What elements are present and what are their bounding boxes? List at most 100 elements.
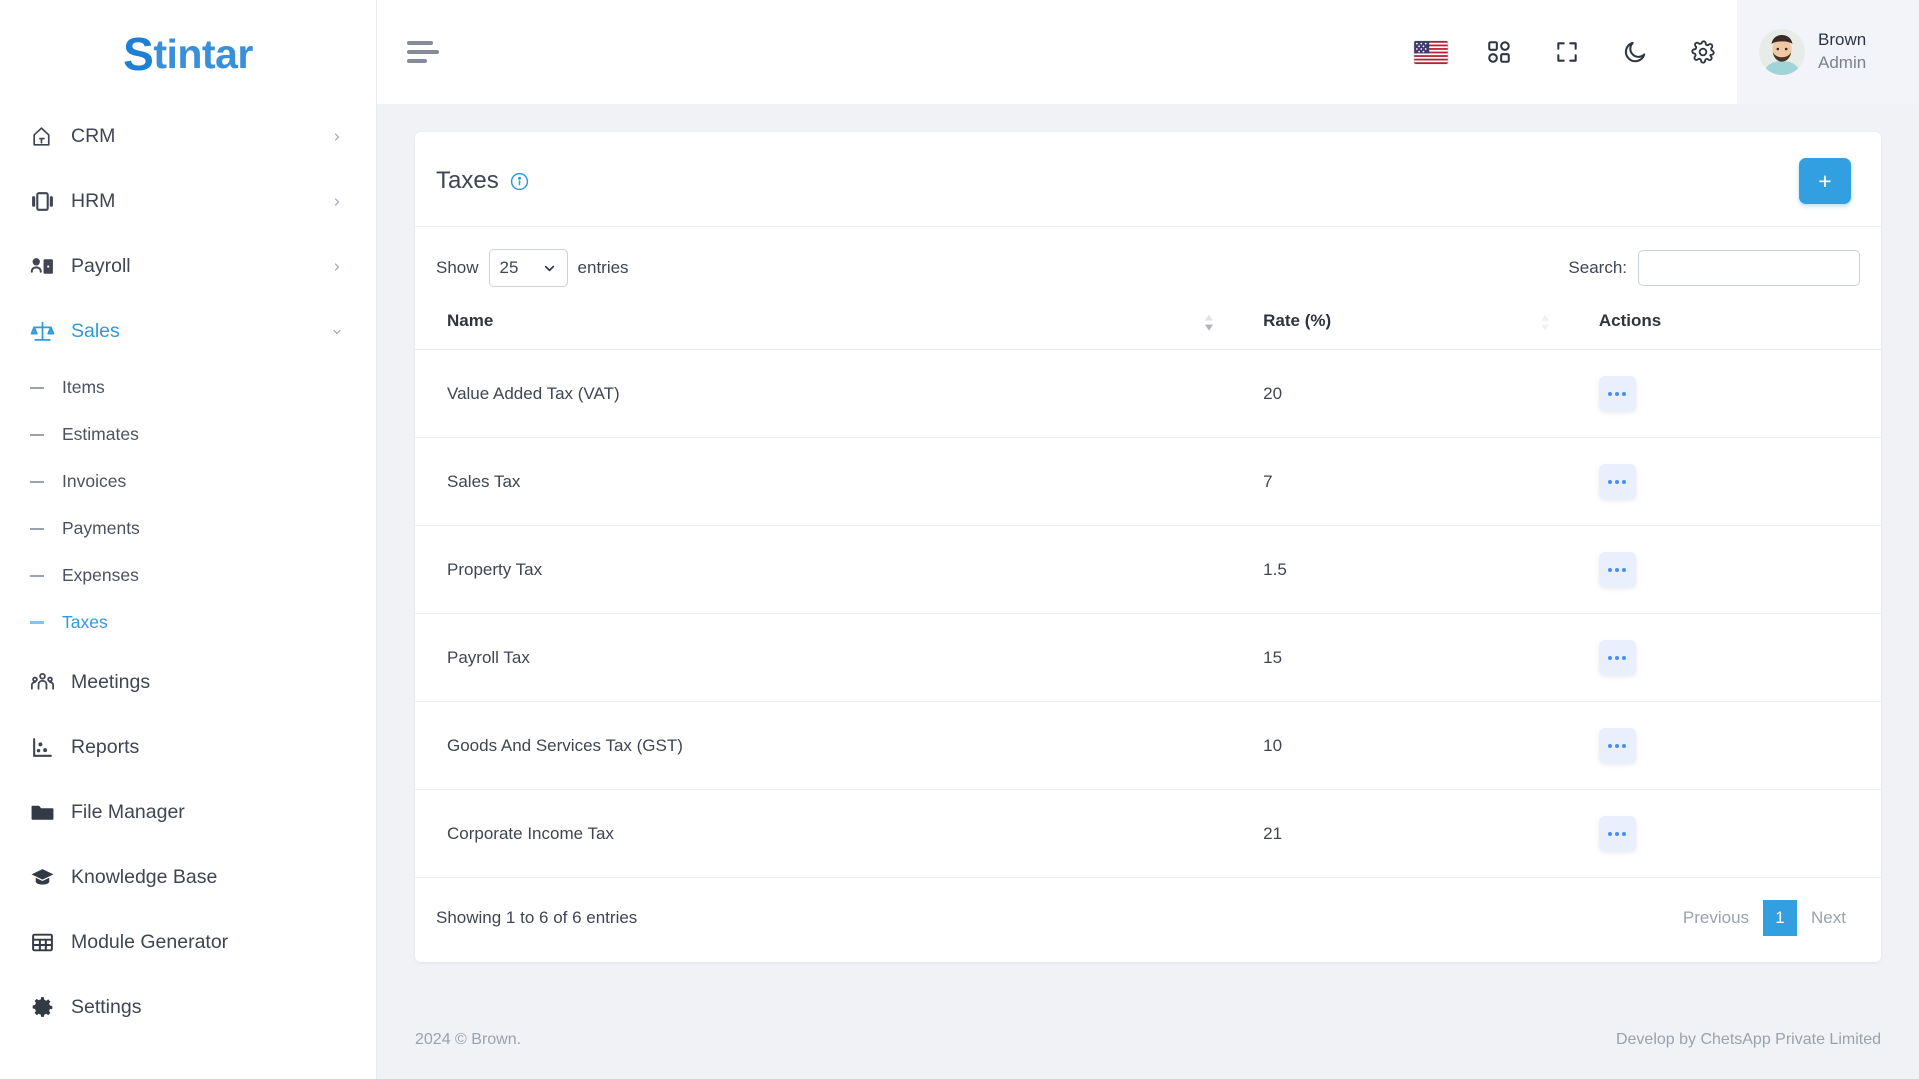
sidebar-subitem-taxes[interactable]: Taxes — [0, 599, 376, 646]
sidebar-item-file-manager[interactable]: File Manager — [0, 780, 376, 845]
sidebar-label-module-generator: Module Generator — [71, 930, 229, 953]
hamburger-icon[interactable] — [407, 41, 443, 63]
sidebar-subitem-estimates[interactable]: Estimates — [0, 411, 376, 458]
column-header-rate[interactable]: Rate (%) — [1226, 297, 1562, 350]
row-actions-button[interactable] — [1598, 464, 1636, 499]
sort-icon — [1540, 314, 1549, 331]
cell-actions — [1561, 789, 1881, 878]
cell-name: Value Added Tax (VAT) — [415, 349, 1227, 438]
sidebar-item-crm[interactable]: CRM — [0, 104, 376, 169]
row-actions-button[interactable] — [1598, 816, 1636, 851]
sidebar-label-meetings: Meetings — [71, 670, 151, 693]
pagination-previous[interactable]: Previous — [1668, 900, 1764, 936]
main-area: Brown Admin Taxes + Show 25 entries Sear… — [377, 0, 1919, 1079]
pagination-page-1[interactable]: 1 — [1763, 900, 1798, 936]
sidebar-subitem-invoices[interactable]: Invoices — [0, 458, 376, 505]
pagination-next[interactable]: Next — [1797, 900, 1860, 936]
sidebar-item-hrm[interactable]: HRM — [0, 169, 376, 234]
dot — [1615, 479, 1620, 484]
sidebar-subitem-expenses[interactable]: Expenses — [0, 552, 376, 599]
sidebar-label-settings: Settings — [71, 995, 142, 1018]
sidebar-subnav-sales: Items Estimates Invoices Payments Expens… — [0, 364, 376, 650]
dot — [1622, 567, 1627, 572]
gear-icon — [28, 994, 56, 1022]
cell-actions — [1561, 701, 1881, 790]
dash-icon — [30, 480, 44, 483]
row-actions-button[interactable] — [1598, 376, 1636, 411]
settings-gear-icon[interactable] — [1669, 0, 1737, 104]
user-profile-menu[interactable]: Brown Admin — [1737, 0, 1919, 104]
sidebar-label-file-manager: File Manager — [71, 800, 185, 823]
table-footer: Showing 1 to 6 of 6 entries Previous 1 N… — [415, 878, 1881, 956]
us-flag — [1414, 40, 1448, 64]
sidebar-subitem-items[interactable]: Items — [0, 364, 376, 411]
avatar — [1759, 29, 1805, 75]
brand-logo-rest: tintar — [153, 31, 253, 77]
dot — [1622, 479, 1627, 484]
sidebar-item-payroll[interactable]: Payroll — [0, 234, 376, 299]
payroll-icon — [28, 253, 56, 281]
cell-name: Sales Tax — [415, 437, 1227, 526]
row-actions-button[interactable] — [1598, 728, 1636, 763]
dot — [1622, 743, 1627, 748]
chevron-right-icon — [334, 262, 340, 271]
language-flag-us-icon[interactable] — [1397, 0, 1465, 104]
scatter-chart-icon — [28, 734, 56, 762]
add-tax-button[interactable]: + — [1799, 158, 1851, 204]
brand-logo-text: Stintar — [123, 25, 253, 80]
search-label: Search: — [1568, 258, 1627, 277]
dot — [1615, 567, 1620, 572]
sidebar-item-meetings[interactable]: Meetings — [0, 650, 376, 715]
folder-icon — [28, 799, 56, 827]
page-title: Taxes — [436, 167, 499, 194]
card-header: Taxes + — [415, 132, 1881, 227]
topbar-actions: Brown Admin — [1397, 0, 1919, 104]
cell-rate: 1.5 — [1226, 525, 1562, 614]
taxes-table: Name Rate (%) Actions Value Added Tax (V… — [415, 297, 1881, 878]
dash-icon — [30, 527, 44, 530]
hrm-icon — [28, 188, 56, 216]
dot — [1608, 567, 1613, 572]
dot — [1608, 743, 1613, 748]
info-circle-icon[interactable] — [510, 172, 529, 191]
cell-name: Goods And Services Tax (GST) — [415, 701, 1227, 790]
sidebar-sublabel-taxes: Taxes — [62, 612, 108, 632]
brand-logo[interactable]: Stintar — [0, 0, 376, 104]
apps-grid-icon[interactable] — [1465, 0, 1533, 104]
page-size-value: 25 — [499, 258, 519, 277]
row-actions-button[interactable] — [1598, 640, 1636, 675]
dark-mode-moon-icon[interactable] — [1601, 0, 1669, 104]
search-input[interactable] — [1638, 250, 1860, 286]
sidebar-label-knowledge-base: Knowledge Base — [71, 865, 218, 888]
dot — [1615, 391, 1620, 396]
content-area: Taxes + Show 25 entries Search: Name Rat… — [377, 104, 1919, 1001]
sidebar-subitem-payments[interactable]: Payments — [0, 505, 376, 552]
hamburger-line — [407, 50, 439, 54]
sidebar-item-sales[interactable]: Sales — [0, 299, 376, 364]
column-header-name[interactable]: Name — [415, 297, 1227, 350]
fullscreen-icon[interactable] — [1533, 0, 1601, 104]
hamburger-line — [407, 59, 427, 63]
sidebar-sublabel-items: Items — [62, 377, 105, 397]
page-size-select[interactable]: 25 — [488, 249, 568, 287]
sidebar-item-reports[interactable]: Reports — [0, 715, 376, 780]
sidebar-nav: CRM HRM Payroll Sales Items Estimates In… — [0, 104, 376, 1050]
sidebar-label-payroll: Payroll — [71, 254, 131, 277]
page-length-control: Show 25 entries — [436, 249, 629, 287]
cell-actions — [1561, 349, 1881, 438]
sidebar-item-knowledge-base[interactable]: Knowledge Base — [0, 845, 376, 910]
sidebar-item-settings[interactable]: Settings — [0, 975, 376, 1040]
dot — [1615, 743, 1620, 748]
table-row: Property Tax 1.5 — [415, 525, 1881, 614]
dot — [1608, 479, 1613, 484]
table-row: Corporate Income Tax 21 — [415, 789, 1881, 878]
table-body: Value Added Tax (VAT) 20 Sales Tax 7 Pro… — [415, 349, 1881, 878]
column-label-name: Name — [447, 311, 494, 330]
cell-rate: 21 — [1226, 789, 1562, 878]
sidebar: Stintar CRM HRM Payroll Sales Items Esti… — [0, 0, 377, 1079]
cell-rate: 7 — [1226, 437, 1562, 526]
sidebar-item-module-generator[interactable]: Module Generator — [0, 910, 376, 975]
sidebar-label-crm: CRM — [71, 124, 116, 147]
row-actions-button[interactable] — [1598, 552, 1636, 587]
chevron-right-icon — [334, 132, 340, 141]
